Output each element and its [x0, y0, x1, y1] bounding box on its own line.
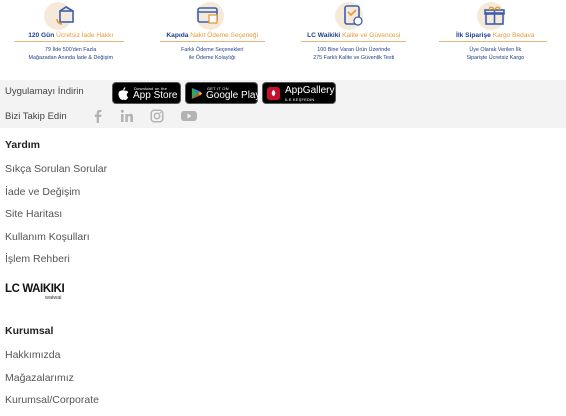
logo-subtext: waiwai — [45, 295, 62, 301]
follow-us-label: Bizi Takip Edin — [5, 111, 67, 122]
link-transaction-guide[interactable]: İşlem Rehberi — [5, 253, 70, 265]
link-about-us[interactable]: Hakkımızda — [5, 349, 60, 361]
link-return-exchange[interactable]: İade ve Değişim — [5, 186, 80, 198]
lc-waikiki-logo[interactable]: LC WAIKIKI waiwai — [5, 283, 65, 301]
corporate-heading: Kurumsal — [5, 325, 54, 337]
link-terms-of-use[interactable]: Kullanım Koşulları — [5, 231, 90, 243]
google-play-button[interactable]: GET IT ON Google Play — [185, 82, 261, 104]
link-corporate[interactable]: Kurumsal/Corporate — [5, 394, 99, 406]
instagram-icon[interactable] — [150, 109, 164, 123]
feature-underline — [159, 41, 265, 42]
help-heading: Yardım — [5, 139, 41, 151]
link-faq[interactable]: Sıkça Sorulan Sorular — [5, 163, 107, 175]
feature-desc: Üye Olarak Verilen İlk Siparişte Ücretsi… — [466, 47, 525, 61]
card-payment-icon — [196, 7, 218, 24]
download-app-label: Uygulamayı İndirin — [5, 86, 84, 97]
feature-desc: 79 İlde 500'den Fazla Mağazadan Anında İ… — [28, 47, 113, 61]
store-name: Google Play — [206, 90, 261, 101]
appgallery-button[interactable]: AppGallery İLE KEŞFEDİN — [262, 82, 336, 104]
quality-badge-icon — [344, 5, 363, 26]
feature-title: LC Waikiki Kalite ve Güvencesi — [307, 32, 401, 39]
huawei-icon — [267, 87, 280, 100]
linkedin-icon[interactable] — [120, 109, 134, 123]
youtube-icon[interactable] — [180, 109, 198, 123]
feature-desc: 100 Bine Varan Ürün Üzerinde 275 Farklı … — [313, 47, 395, 61]
store-name: AppGallery — [285, 85, 335, 96]
link-site-map[interactable]: Site Haritası — [5, 208, 62, 220]
feature-quality[interactable]: LC Waikiki Kalite ve Güvencesi 100 Bine … — [283, 0, 425, 82]
feature-underline — [14, 41, 124, 42]
feature-underline — [301, 41, 406, 42]
store-name: App Store — [133, 90, 178, 101]
feature-underline — [438, 41, 547, 42]
feature-title: İlk Siparişe Kargo Bedava — [456, 32, 535, 39]
store-small-text: İLE KEŞFEDİN — [285, 97, 315, 102]
feature-title: 120 Gün Ücretsiz İade Hakkı — [28, 32, 114, 39]
feature-free-return[interactable]: 120 Gün Ücretsiz İade Hakkı 79 İlde 500'… — [0, 0, 142, 82]
feature-cash-on-delivery[interactable]: Kapıda Nakit Ödeme Seçeneği Farklı Ödeme… — [142, 0, 284, 82]
facebook-icon[interactable] — [91, 109, 105, 123]
link-our-stores[interactable]: Mağazalarımız — [5, 372, 74, 384]
app-store-button[interactable]: Download on the App Store — [112, 82, 181, 104]
box-return-icon — [56, 6, 74, 25]
gift-box-icon — [483, 6, 505, 25]
logo-text: LC WAIKIKI — [5, 283, 65, 295]
google-play-icon — [191, 87, 203, 100]
apple-icon — [118, 87, 129, 100]
feature-free-shipping[interactable]: İlk Siparişe Kargo Bedava Üye Olarak Ver… — [425, 0, 566, 82]
feature-desc: Farklı Ödeme Seçenekleri ile Ödeme Kolay… — [181, 47, 244, 61]
feature-title: Kapıda Nakit Ödeme Seçeneği — [166, 32, 259, 39]
features-strip: 120 Gün Ücretsiz İade Hakkı 79 İlde 500'… — [0, 0, 566, 82]
